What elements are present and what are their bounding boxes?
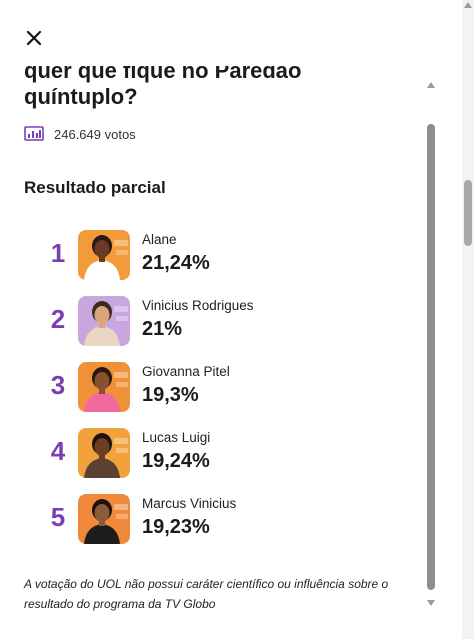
participant-name: Alane bbox=[142, 232, 177, 247]
page-scrollbar-thumb[interactable] bbox=[464, 180, 472, 246]
participant-percent: 21% bbox=[142, 318, 183, 340]
person-photo-icon bbox=[78, 362, 130, 412]
result-row: 2 Vinicius Rodrigues 21% bbox=[0, 296, 420, 350]
section-title: Resultado parcial bbox=[24, 178, 166, 197]
participant-percent: 19,23% bbox=[142, 516, 210, 538]
close-icon bbox=[26, 30, 42, 46]
rank-number: 4 bbox=[50, 436, 66, 466]
person-photo-icon bbox=[78, 230, 130, 280]
question-line-1: quer que fique no Paredão bbox=[24, 66, 302, 83]
avatar bbox=[78, 428, 130, 478]
participant-name: Lucas Luigi bbox=[142, 430, 211, 445]
participant-percent: 19,3% bbox=[142, 384, 199, 406]
inner-scroll-up-arrow[interactable] bbox=[427, 82, 435, 88]
poll-question: quer que fique no Paredão quíntuplo? bbox=[24, 66, 404, 110]
avatar bbox=[78, 230, 130, 280]
avatar bbox=[78, 494, 130, 544]
rank-number: 5 bbox=[50, 502, 66, 532]
result-row: 5 Marcus Vinicius 19,23% bbox=[0, 494, 420, 548]
rank-number: 1 bbox=[50, 238, 66, 268]
result-row: 3 Giovanna Pitel 19,3% bbox=[0, 362, 420, 416]
participant-name: Giovanna Pitel bbox=[142, 364, 230, 379]
inner-scroll-down-arrow[interactable] bbox=[427, 600, 435, 606]
participant-percent: 19,24% bbox=[142, 450, 210, 472]
avatar bbox=[78, 362, 130, 412]
participant-percent: 21,24% bbox=[142, 252, 210, 274]
question-line-2: quíntuplo? bbox=[24, 84, 138, 109]
participant-name: Marcus Vinicius bbox=[142, 496, 237, 511]
rank-number: 2 bbox=[50, 304, 66, 334]
result-row: 1 Alane 21,24% bbox=[0, 230, 420, 284]
page-scrollbar[interactable] bbox=[462, 0, 474, 639]
person-photo-icon bbox=[78, 428, 130, 478]
vote-count: 246.649 votos bbox=[24, 126, 136, 142]
result-row: 4 Lucas Luigi 19,24% bbox=[0, 428, 420, 482]
rank-number: 3 bbox=[50, 370, 66, 400]
vote-count-label: 246.649 votos bbox=[54, 126, 136, 142]
page-scroll-up-arrow[interactable] bbox=[464, 2, 472, 8]
participant-name: Vinicius Rodrigues bbox=[142, 298, 254, 313]
poll-content: quer que fique no Paredão quíntuplo? 246… bbox=[0, 60, 440, 630]
disclaimer-text: A votação do UOL não possui caráter cien… bbox=[24, 577, 389, 611]
avatar bbox=[78, 296, 130, 346]
inner-scrollbar-thumb[interactable] bbox=[427, 124, 435, 590]
person-photo-icon bbox=[78, 494, 130, 544]
bar-chart-icon bbox=[24, 126, 44, 141]
poll-page: quer que fique no Paredão quíntuplo? 246… bbox=[0, 0, 474, 639]
close-button[interactable] bbox=[22, 26, 46, 50]
person-photo-icon bbox=[78, 296, 130, 346]
